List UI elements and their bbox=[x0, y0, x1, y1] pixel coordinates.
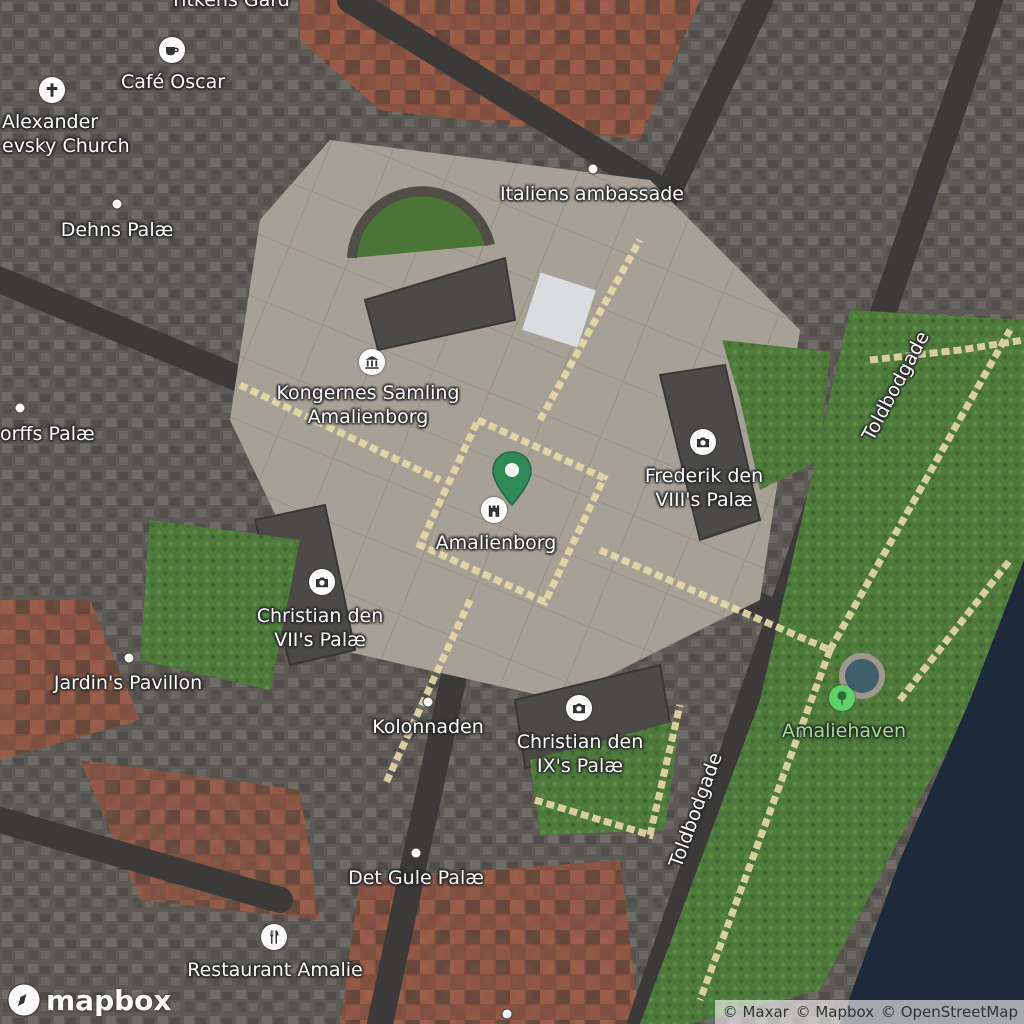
label-cafe-oscar: Café Oscar bbox=[120, 71, 226, 93]
mapbox-logo-icon bbox=[7, 983, 41, 1017]
poi-dot[interactable] bbox=[501, 1008, 513, 1020]
attribution-mapbox-link[interactable]: © Mapbox bbox=[796, 1003, 875, 1021]
label-church-line-2: evsky Church bbox=[2, 135, 130, 158]
label-amalienborg: Amalienborg bbox=[435, 532, 557, 554]
label-christian-vii: Christian den VII's Palæ bbox=[257, 604, 384, 653]
label-christian9-line-2: IX's Palæ bbox=[537, 755, 623, 778]
label-frederik-line-1: Frederik den bbox=[644, 465, 764, 487]
poi-dot[interactable] bbox=[587, 163, 599, 175]
church-cross-icon[interactable] bbox=[39, 77, 65, 103]
label-amaliehaven: Amaliehaven bbox=[781, 720, 907, 742]
tree-icon[interactable] bbox=[829, 685, 855, 711]
map-view[interactable]: Titkens Gård Café Oscar Alexander evsky … bbox=[0, 0, 1024, 1024]
camera-icon[interactable] bbox=[566, 695, 592, 721]
attribution-osm-link[interactable]: © OpenStreetMap bbox=[881, 1003, 1018, 1021]
map-attribution: © Maxar © Mapbox © OpenStreetMap bbox=[714, 1000, 1024, 1024]
fork-knife-icon[interactable] bbox=[261, 924, 287, 950]
label-kolonnaden: Kolonnaden bbox=[372, 716, 484, 738]
label-christian7-line-2: VII's Palæ bbox=[274, 629, 366, 652]
label-jardins-pavillon: Jardin's Pavillon bbox=[53, 672, 203, 694]
poi-dot[interactable] bbox=[14, 402, 26, 414]
label-frederik-line-2: VIII's Palæ bbox=[655, 489, 753, 512]
label-dehns-palae: Dehns Palæ bbox=[60, 219, 174, 241]
label-kongernes-line-2: Amalienborg bbox=[307, 406, 429, 429]
label-embassy: Italiens ambassade bbox=[500, 183, 684, 205]
mapbox-logo[interactable]: mapbox bbox=[6, 982, 171, 1018]
label-det-gule-palae: Det Gule Palæ bbox=[348, 867, 484, 889]
museum-icon[interactable] bbox=[359, 349, 385, 375]
poi-dot[interactable] bbox=[422, 696, 434, 708]
label-top-cut: Titkens Gård bbox=[170, 0, 290, 11]
label-christian9-line-1: Christian den bbox=[516, 731, 644, 753]
label-christian7-line-1: Christian den bbox=[256, 605, 384, 627]
label-church-line-1: Alexander bbox=[2, 111, 99, 133]
label-kongernes-line-1: Kongernes Samling bbox=[276, 382, 460, 404]
label-restaurant-amalie: Restaurant Amalie bbox=[187, 959, 363, 981]
label-moltke-palae: orffs Palæ bbox=[0, 423, 95, 445]
camera-icon[interactable] bbox=[690, 429, 716, 455]
attribution-maxar-link[interactable]: © Maxar bbox=[723, 1003, 789, 1021]
satellite-base-layer bbox=[0, 0, 1024, 1024]
poi-dot[interactable] bbox=[111, 198, 123, 210]
label-frederik-viii: Frederik den VIII's Palæ bbox=[645, 464, 763, 513]
cafe-cup-icon[interactable] bbox=[159, 37, 185, 63]
label-christian-ix: Christian den IX's Palæ bbox=[517, 730, 644, 779]
poi-dot[interactable] bbox=[410, 847, 422, 859]
camera-icon[interactable] bbox=[309, 569, 335, 595]
poi-dot[interactable] bbox=[123, 652, 135, 664]
location-pin-icon[interactable] bbox=[490, 450, 534, 508]
mapbox-logo-text: mapbox bbox=[46, 983, 172, 1017]
label-church: Alexander evsky Church bbox=[2, 110, 130, 159]
label-kongernes-samling: Kongernes Samling Amalienborg bbox=[277, 381, 460, 430]
